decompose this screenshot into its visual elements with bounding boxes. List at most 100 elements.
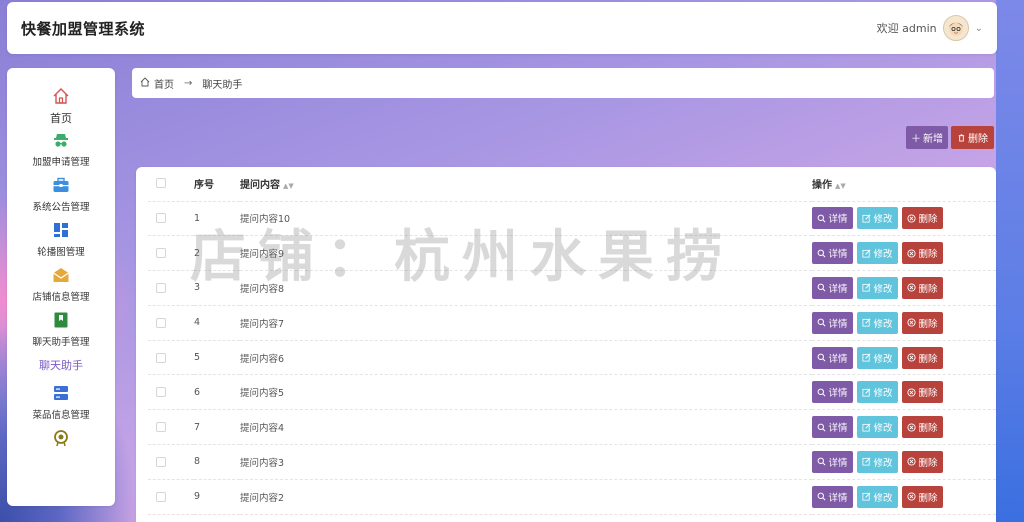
sidebar-item-label: 系统公告管理 xyxy=(32,202,90,213)
sidebar-item-label: 菜品信息管理 xyxy=(32,410,90,421)
detail-button[interactable]: 详情 xyxy=(812,207,853,230)
delete-button[interactable]: 删除 xyxy=(902,276,943,299)
row-ops: 详情 修改 删除 xyxy=(812,479,996,515)
edit-icon xyxy=(862,249,871,258)
row-ops: 详情 修改 删除 xyxy=(812,444,996,480)
search-icon xyxy=(818,492,826,501)
sidebar-item-shop[interactable]: 店铺信息管理 xyxy=(7,265,115,310)
row-checkbox[interactable] xyxy=(156,456,166,467)
sidebar-item-home[interactable]: 首页 xyxy=(7,86,115,130)
detail-button-label: 详情 xyxy=(828,249,848,261)
table-row: 3 提问内容8 详情 修改 删除 xyxy=(148,270,996,306)
sidebar-item-label: 首页 xyxy=(50,112,72,125)
row-question: 提问内容10 xyxy=(240,201,812,237)
detail-button-label: 详情 xyxy=(828,457,848,469)
delete-button[interactable]: 删除 xyxy=(902,242,943,265)
delete-button[interactable]: 删除 xyxy=(902,207,943,230)
header-question[interactable]: 提问内容 ▲▼ xyxy=(240,167,812,202)
edit-button[interactable]: 修改 xyxy=(857,346,898,369)
edit-button[interactable]: 修改 xyxy=(857,207,898,230)
row-question: 提问内容9 xyxy=(240,235,812,272)
edit-button[interactable]: 修改 xyxy=(857,311,898,334)
user-menu[interactable]: 欢迎 admin ⌄ xyxy=(877,15,983,41)
delete-button-label: 删除 xyxy=(918,353,938,365)
row-select-cell xyxy=(148,409,194,446)
detail-button[interactable]: 详情 xyxy=(812,416,853,439)
edit-button[interactable]: 修改 xyxy=(857,242,898,265)
chevron-down-icon[interactable]: ⌄ xyxy=(975,23,983,34)
table-row: 7 提问内容4 详情 修改 删除 xyxy=(148,409,996,446)
edit-button-label: 修改 xyxy=(873,249,893,261)
row-checkbox[interactable] xyxy=(156,282,166,293)
sidebar-item-chat[interactable]: 聊天助手管理 xyxy=(7,310,115,355)
breadcrumb-current: 聊天助手 xyxy=(202,79,243,91)
table-row: 5 提问内容6 详情 修改 删除 xyxy=(148,340,996,376)
top-header: 快餐加盟管理系统 欢迎 admin ⌄ xyxy=(7,2,997,54)
sidebar-item-label: 聊天助手管理 xyxy=(32,337,90,348)
detail-button[interactable]: 详情 xyxy=(812,381,853,404)
sidebar-item-label: 轮播图管理 xyxy=(37,247,85,258)
select-all-checkbox[interactable] xyxy=(156,178,166,189)
delete-button[interactable]: 删除 xyxy=(902,416,943,439)
edit-button[interactable]: 修改 xyxy=(857,450,898,473)
home-icon[interactable] xyxy=(140,76,150,90)
edit-button[interactable]: 修改 xyxy=(857,416,898,439)
delete-button[interactable]: 删除 xyxy=(902,346,943,369)
welcome-text: 欢迎 admin xyxy=(876,22,937,35)
delete-button[interactable]: 删除 xyxy=(902,450,943,473)
sidebar-subitem-chat-assistant[interactable]: 聊天助手 xyxy=(39,357,83,373)
close-circle-icon xyxy=(907,457,917,467)
detail-button[interactable]: 详情 xyxy=(812,346,853,369)
edit-button[interactable]: 修改 xyxy=(857,276,898,299)
delete-button[interactable]: 删除 xyxy=(902,381,943,404)
row-ops: 详情 修改 删除 xyxy=(812,340,996,376)
sort-icon[interactable]: ▲▼ xyxy=(835,182,846,190)
add-button[interactable]: ＋ 新增 xyxy=(906,126,948,149)
batch-delete-button[interactable]: 删除 xyxy=(951,126,994,149)
row-checkbox[interactable] xyxy=(156,317,166,328)
delete-button[interactable]: 删除 xyxy=(902,485,943,508)
edit-button[interactable]: 修改 xyxy=(857,381,898,404)
header-ops-label: 操作 xyxy=(812,180,832,192)
sidebar-item-carousel[interactable]: 轮播图管理 xyxy=(7,220,115,265)
edit-button-label: 修改 xyxy=(873,388,893,400)
row-checkbox[interactable] xyxy=(156,213,166,224)
detail-button[interactable]: 详情 xyxy=(812,485,853,508)
row-checkbox[interactable] xyxy=(156,387,166,398)
row-checkbox[interactable] xyxy=(156,491,166,502)
avatar[interactable] xyxy=(942,15,969,41)
search-icon xyxy=(818,458,826,466)
table-row: 9 提问内容2 详情 修改 删除 xyxy=(148,479,996,515)
detail-button[interactable]: 详情 xyxy=(812,276,853,299)
edit-icon xyxy=(862,388,871,397)
detail-button[interactable]: 详情 xyxy=(812,242,853,265)
edit-button[interactable]: 修改 xyxy=(857,485,898,508)
row-question: 提问内容5 xyxy=(240,374,812,411)
mail-icon xyxy=(51,265,71,285)
row-checkbox[interactable] xyxy=(156,248,166,259)
row-index: 5 xyxy=(194,340,240,376)
sidebar-item-dishes[interactable]: 菜品信息管理 xyxy=(7,383,115,428)
sort-icon[interactable]: ▲▼ xyxy=(283,182,294,190)
sidebar-item-announcement[interactable]: 系统公告管理 xyxy=(7,175,115,220)
row-select-cell xyxy=(148,479,194,515)
breadcrumb-home[interactable]: 首页 xyxy=(154,76,174,91)
close-circle-icon xyxy=(907,318,917,327)
sidebar-item-extra[interactable] xyxy=(7,428,115,448)
header-ops[interactable]: 操作 ▲▼ xyxy=(812,167,996,202)
edit-icon xyxy=(862,214,871,223)
search-icon xyxy=(818,353,826,362)
row-checkbox[interactable] xyxy=(156,352,166,363)
row-question: 提问内容2 xyxy=(240,479,812,515)
row-ops: 详情 修改 删除 xyxy=(812,409,996,446)
row-ops: 详情 修改 删除 xyxy=(812,201,996,237)
delete-button[interactable]: 删除 xyxy=(902,311,943,334)
detail-button[interactable]: 详情 xyxy=(812,311,853,334)
table-panel: 序号 提问内容 ▲▼ 操作 ▲▼ 1 提问内容10 详情 修改 删除 2 提问内容9 详情 修改 删除… xyxy=(136,167,996,522)
row-question: 提问内容3 xyxy=(240,444,812,480)
trash-icon xyxy=(958,134,965,142)
detail-button[interactable]: 详情 xyxy=(812,450,853,473)
close-circle-icon xyxy=(907,353,917,362)
sidebar-item-franchise[interactable]: 加盟申请管理 xyxy=(7,130,115,175)
row-checkbox[interactable] xyxy=(156,422,166,433)
